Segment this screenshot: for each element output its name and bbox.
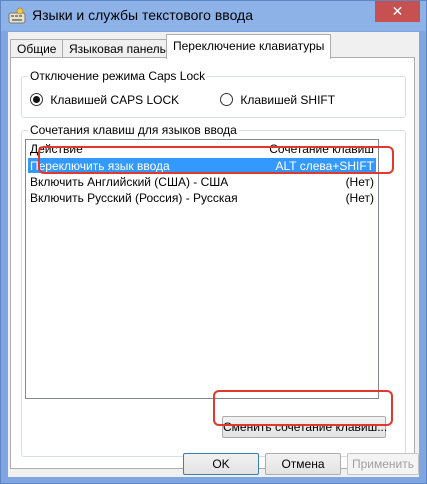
hotkeys-group: Сочетания клавиш для языков ввода Действ…	[21, 123, 406, 457]
tab-keyboard-switching[interactable]: Переключение клавиатуры	[166, 34, 332, 59]
cancel-button[interactable]: Отмена	[265, 453, 341, 475]
tab-general[interactable]: Общие	[10, 39, 64, 58]
hotkey-shortcut: (Нет)	[345, 175, 374, 189]
title-bar[interactable]: Языки и службы текстового ввода ✕	[1, 1, 426, 31]
hotkeys-list-header: Действие Сочетание клавиш	[26, 140, 378, 158]
hotkey-action: Переключить язык ввода	[30, 159, 170, 173]
hotkey-action: Включить Английский (США) - США	[30, 175, 229, 189]
change-key-sequence-button[interactable]: Сменить сочетание клавиш...	[222, 416, 387, 438]
hotkey-row-switch-language[interactable]: Переключить язык ввода ALT слева+SHIFT	[28, 158, 376, 173]
caps-lock-group-label: Отключение режима Caps Lock	[28, 69, 208, 83]
hotkey-shortcut: ALT слева+SHIFT	[275, 159, 375, 173]
hotkey-row-russian[interactable]: Включить Русский (Россия) - Русская (Нет…	[28, 190, 376, 205]
radio-button-checked[interactable]	[30, 93, 43, 107]
hotkey-action: Включить Русский (Россия) - Русская	[30, 191, 238, 205]
hotkey-row-english[interactable]: Включить Английский (США) - США (Нет)	[28, 174, 376, 189]
apply-button[interactable]: Применить	[347, 453, 419, 475]
keyboard-app-icon	[8, 7, 26, 24]
caps-lock-group: Отключение режима Caps Lock Клавишей CAP…	[21, 69, 406, 118]
radio-caps-lock-label: Клавишей CAPS LOCK	[50, 92, 180, 107]
column-header-shortcut[interactable]: Сочетание клавиш	[269, 142, 374, 156]
window-title: Языки и службы текстового ввода	[32, 7, 254, 23]
hotkey-shortcut: (Нет)	[345, 191, 374, 205]
dialog-client-area: Общие Языковая панель Переключение клави…	[8, 32, 419, 477]
ok-button[interactable]: OK	[183, 453, 259, 475]
tab-panel-keyboard-switching: Отключение режима Caps Lock Клавишей CAP…	[10, 57, 415, 469]
radio-shift-label: Клавишей SHIFT	[240, 92, 336, 107]
tab-strip: Общие Языковая панель Переключение клави…	[8, 32, 419, 59]
dialog-window: Языки и службы текстового ввода ✕ Общие …	[0, 0, 427, 484]
close-button[interactable]: ✕	[375, 1, 420, 22]
hotkeys-group-label: Сочетания клавиш для языков ввода	[28, 123, 239, 137]
radio-shift-key[interactable]: Клавишей SHIFT	[220, 92, 335, 107]
hotkeys-list[interactable]: Действие Сочетание клавиш Переключить яз…	[25, 139, 379, 399]
radio-caps-lock-key[interactable]: Клавишей CAPS LOCK	[30, 92, 179, 107]
column-header-action[interactable]: Действие	[30, 142, 83, 156]
radio-button-unchecked[interactable]	[220, 93, 233, 107]
close-icon: ✕	[391, 3, 404, 19]
tab-language-bar[interactable]: Языковая панель	[62, 39, 173, 58]
